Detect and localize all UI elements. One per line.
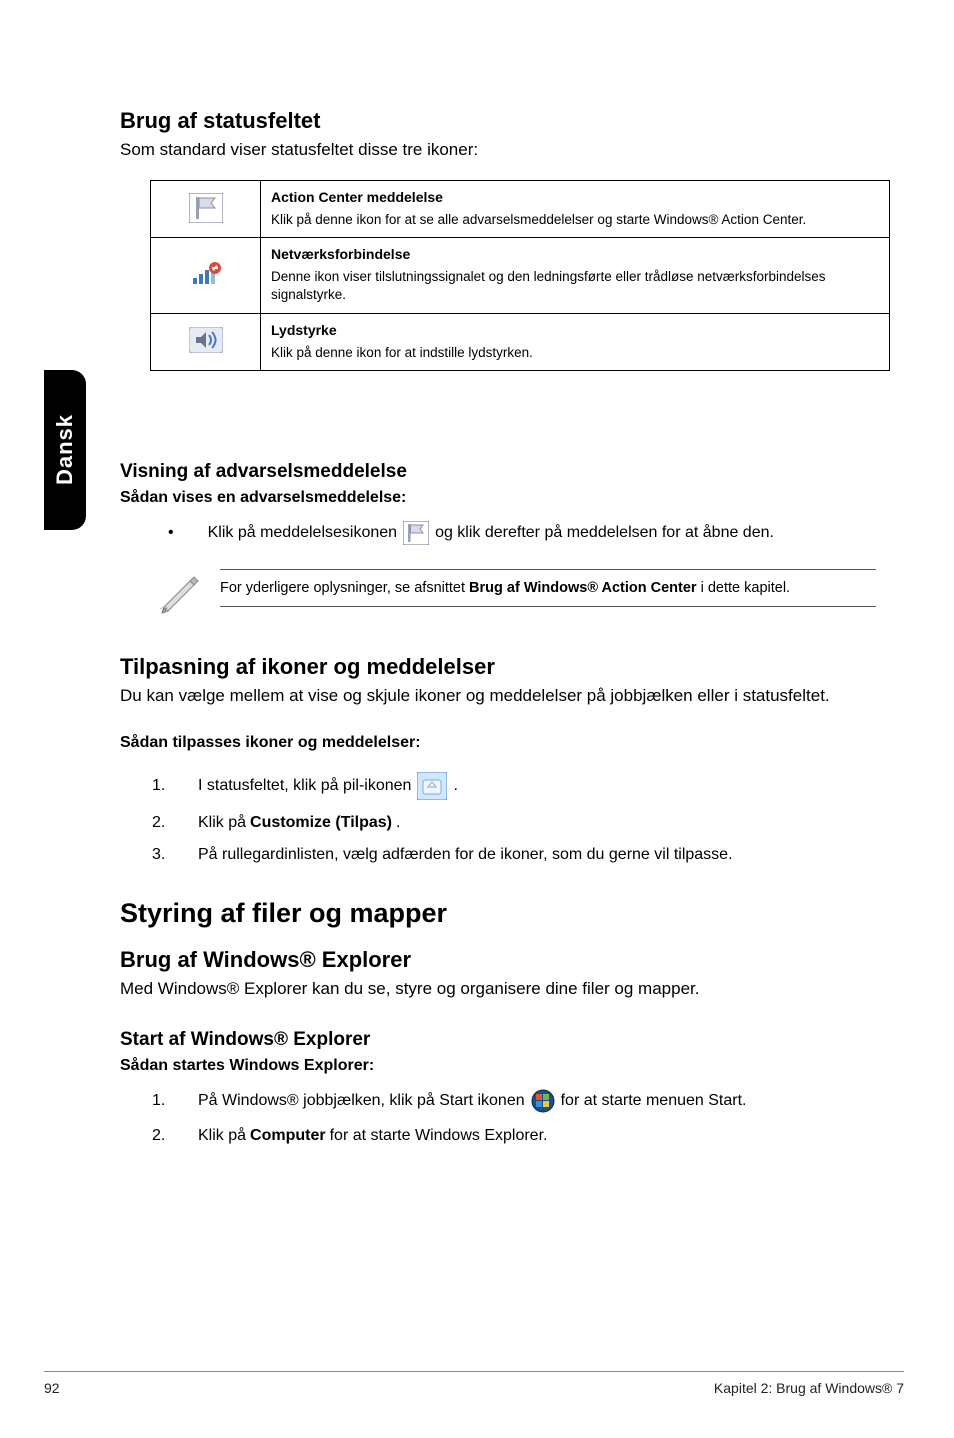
table-row: Netværksforbindelse Denne ikon viser til… <box>151 238 890 313</box>
note-block: For yderligere oplysninger, se afsnittet… <box>156 569 876 620</box>
language-side-tab: Dansk <box>44 370 86 530</box>
flag-icon <box>189 193 223 226</box>
bullet-text-post: og klik derefter på meddelelsen for at å… <box>435 524 774 542</box>
note-bold: Brug af Windows® Action Center <box>469 580 697 596</box>
network-desc-cell: Netværksforbindelse Denne ikon viser til… <box>261 238 890 313</box>
section-advarsel-title: Visning af advarselsmeddelelse <box>120 461 890 483</box>
section-explorer-lead: Med Windows® Explorer kan du se, styre o… <box>120 979 890 999</box>
speaker-icon <box>189 327 223 356</box>
language-side-tab-label: Dansk <box>52 414 78 485</box>
volume-desc-cell: Lydstyrke Klik på denne ikon for at inds… <box>261 313 890 370</box>
action-center-desc-cell: Action Center meddelelse Klik på denne i… <box>261 181 890 238</box>
row-desc: Klik på denne ikon for at se alle advars… <box>271 212 806 227</box>
section-statusfeltet-title: Brug af statusfeltet <box>120 108 890 134</box>
footer-page-number: 92 <box>44 1380 60 1396</box>
pencil-note-icon <box>156 569 202 620</box>
arrow-up-tray-icon <box>417 772 447 800</box>
note-text: For yderligere oplysninger, se afsnittet… <box>220 578 876 598</box>
bullet-dot: • <box>168 524 174 542</box>
advarsel-bullet: • Klik på meddelelsesikonen og klik dere… <box>168 521 890 545</box>
section-tilpasning-subtitle: Sådan tilpasses ikoner og meddelelser: <box>120 734 890 752</box>
list-item: 1. I statusfeltet, klik på pil-ikonen . <box>152 772 890 800</box>
step-text-pre: Klik på <box>198 814 246 832</box>
note-post: i dette kapitel. <box>697 580 791 596</box>
step-text-post: for at starte Windows Explorer. <box>330 1127 548 1145</box>
bullet-text-pre: Klik på meddelelsesikonen <box>208 524 397 542</box>
section-start-explorer-subtitle: Sådan startes Windows Explorer: <box>120 1057 890 1075</box>
section-tilpasning-lead: Du kan vælge mellem at vise og skjule ik… <box>120 686 890 706</box>
list-item: 2. Klik på Customize (Tilpas). <box>152 814 890 832</box>
section-statusfeltet-lead: Som standard viser statusfeltet disse tr… <box>120 140 890 160</box>
network-icon-cell <box>151 238 261 313</box>
table-row: Action Center meddelelse Klik på denne i… <box>151 181 890 238</box>
list-item: 3. På rullegardinlisten, vælg adfærden f… <box>152 846 890 864</box>
step-number: 1. <box>152 1092 168 1110</box>
step-number: 1. <box>152 777 168 795</box>
list-item: 2. Klik på Computer for at starte Window… <box>152 1127 890 1145</box>
row-desc: Klik på denne ikon for at indstille lyds… <box>271 345 533 360</box>
step-text-pre: Klik på <box>198 1127 246 1145</box>
row-title: Lydstyrke <box>271 322 879 338</box>
note-rule-top <box>220 569 876 570</box>
step-number: 2. <box>152 1127 168 1145</box>
page-footer: 92 Kapitel 2: Brug af Windows® 7 <box>44 1371 904 1396</box>
footer-chapter: Kapitel 2: Brug af Windows® 7 <box>714 1380 904 1396</box>
section-tilpasning-title: Tilpasning af ikoner og meddelelser <box>120 654 890 680</box>
section-start-explorer-title: Start af Windows® Explorer <box>120 1029 890 1051</box>
note-pre: For yderligere oplysninger, se afsnittet <box>220 580 469 596</box>
action-center-icon-cell <box>151 181 261 238</box>
volume-icon-cell <box>151 313 261 370</box>
windows-start-orb-icon <box>531 1089 555 1113</box>
row-title: Netværksforbindelse <box>271 246 879 262</box>
section-styring-title: Styring af filer og mapper <box>120 898 890 929</box>
section-explorer-title: Brug af Windows® Explorer <box>120 947 890 973</box>
list-item: 1. På Windows® jobbjælken, klik på Start… <box>152 1089 890 1113</box>
step-text-post: . <box>453 777 457 795</box>
row-title: Action Center meddelelse <box>271 189 879 205</box>
step-number: 2. <box>152 814 168 832</box>
flag-icon <box>403 521 429 545</box>
main-content: Brug af statusfeltet Som standard viser … <box>120 108 890 1159</box>
step-text-pre: På Windows® jobbjælken, klik på Start ik… <box>198 1092 525 1110</box>
step-text-post: . <box>396 814 400 832</box>
start-explorer-steps: 1. På Windows® jobbjælken, klik på Start… <box>152 1089 890 1145</box>
section-advarsel-subtitle: Sådan vises en advarselsmeddelelse: <box>120 489 890 507</box>
step-text-bold: Computer <box>250 1127 326 1145</box>
note-rule-bottom <box>220 606 876 607</box>
network-signal-icon <box>189 260 223 291</box>
step-text-post: for at starte menuen Start. <box>561 1092 747 1110</box>
row-desc: Denne ikon viser tilslutningssignalet og… <box>271 269 826 302</box>
step-text-pre: I statusfeltet, klik på pil-ikonen <box>198 777 411 795</box>
step-text-bold: Customize (Tilpas) <box>250 814 392 832</box>
tilpasning-steps: 1. I statusfeltet, klik på pil-ikonen . … <box>152 772 890 864</box>
table-row: Lydstyrke Klik på denne ikon for at inds… <box>151 313 890 370</box>
note-text-wrap: For yderligere oplysninger, se afsnittet… <box>220 569 876 607</box>
step-number: 3. <box>152 846 168 864</box>
status-icons-table: Action Center meddelelse Klik på denne i… <box>150 180 890 371</box>
step-text: På rullegardinlisten, vælg adfærden for … <box>198 846 733 864</box>
